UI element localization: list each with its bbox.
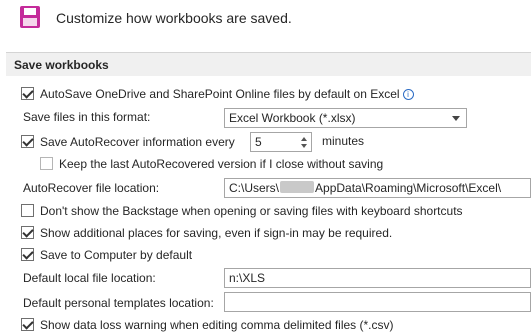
minutes-label: minutes xyxy=(322,134,365,148)
autorecover-location-label: AutoRecover file location: xyxy=(23,181,160,195)
spin-up-icon[interactable] xyxy=(301,137,307,141)
default-templates-input[interactable] xyxy=(224,292,531,312)
autorecover-minutes-stepper[interactable]: 5 xyxy=(250,132,312,152)
default-local-label: Default local file location: xyxy=(23,271,156,285)
autosave-checkbox[interactable] xyxy=(21,87,34,100)
save-to-computer-checkbox[interactable] xyxy=(21,248,34,261)
autorecover-label: Save AutoRecover information every xyxy=(40,135,235,149)
autorecover-location-input[interactable]: C:\Users\ AppData\Roaming\Microsoft\Excel… xyxy=(224,178,531,198)
page-header: Customize how workbooks are saved. xyxy=(0,0,531,38)
floppy-save-icon xyxy=(20,6,40,28)
page-title: Customize how workbooks are saved. xyxy=(56,10,292,26)
data-loss-checkbox[interactable] xyxy=(21,318,34,331)
spin-down-icon[interactable] xyxy=(301,144,307,148)
data-loss-label: Show data loss warning when editing comm… xyxy=(40,318,394,332)
info-icon[interactable]: i xyxy=(402,89,414,100)
keep-last-checkbox[interactable] xyxy=(40,157,53,170)
autorecover-minutes-value: 5 xyxy=(255,135,262,149)
format-select[interactable]: Excel Workbook (*.xlsx) xyxy=(224,108,467,128)
additional-places-checkbox[interactable] xyxy=(21,226,34,239)
default-local-input[interactable]: n:\XLS xyxy=(224,268,531,288)
section-header: Save workbooks xyxy=(6,52,531,76)
autorecover-checkbox[interactable] xyxy=(21,135,34,148)
format-value: Excel Workbook (*.xlsx) xyxy=(229,111,356,125)
chevron-down-icon xyxy=(452,116,460,121)
default-local-value: n:\XLS xyxy=(229,271,266,285)
section-title: Save workbooks xyxy=(14,58,109,72)
backstage-label: Don't show the Backstage when opening or… xyxy=(40,204,463,218)
backstage-checkbox[interactable] xyxy=(21,204,34,217)
autosave-label: AutoSave OneDrive and SharePoint Online … xyxy=(40,87,400,101)
keep-last-label: Keep the last AutoRecovered version if I… xyxy=(59,157,384,171)
save-to-computer-label: Save to Computer by default xyxy=(40,248,193,262)
redacted-username xyxy=(280,181,315,193)
default-templates-label: Default personal templates location: xyxy=(23,296,214,310)
additional-places-label: Show additional places for saving, even … xyxy=(40,226,393,240)
format-label: Save files in this format: xyxy=(23,110,151,124)
